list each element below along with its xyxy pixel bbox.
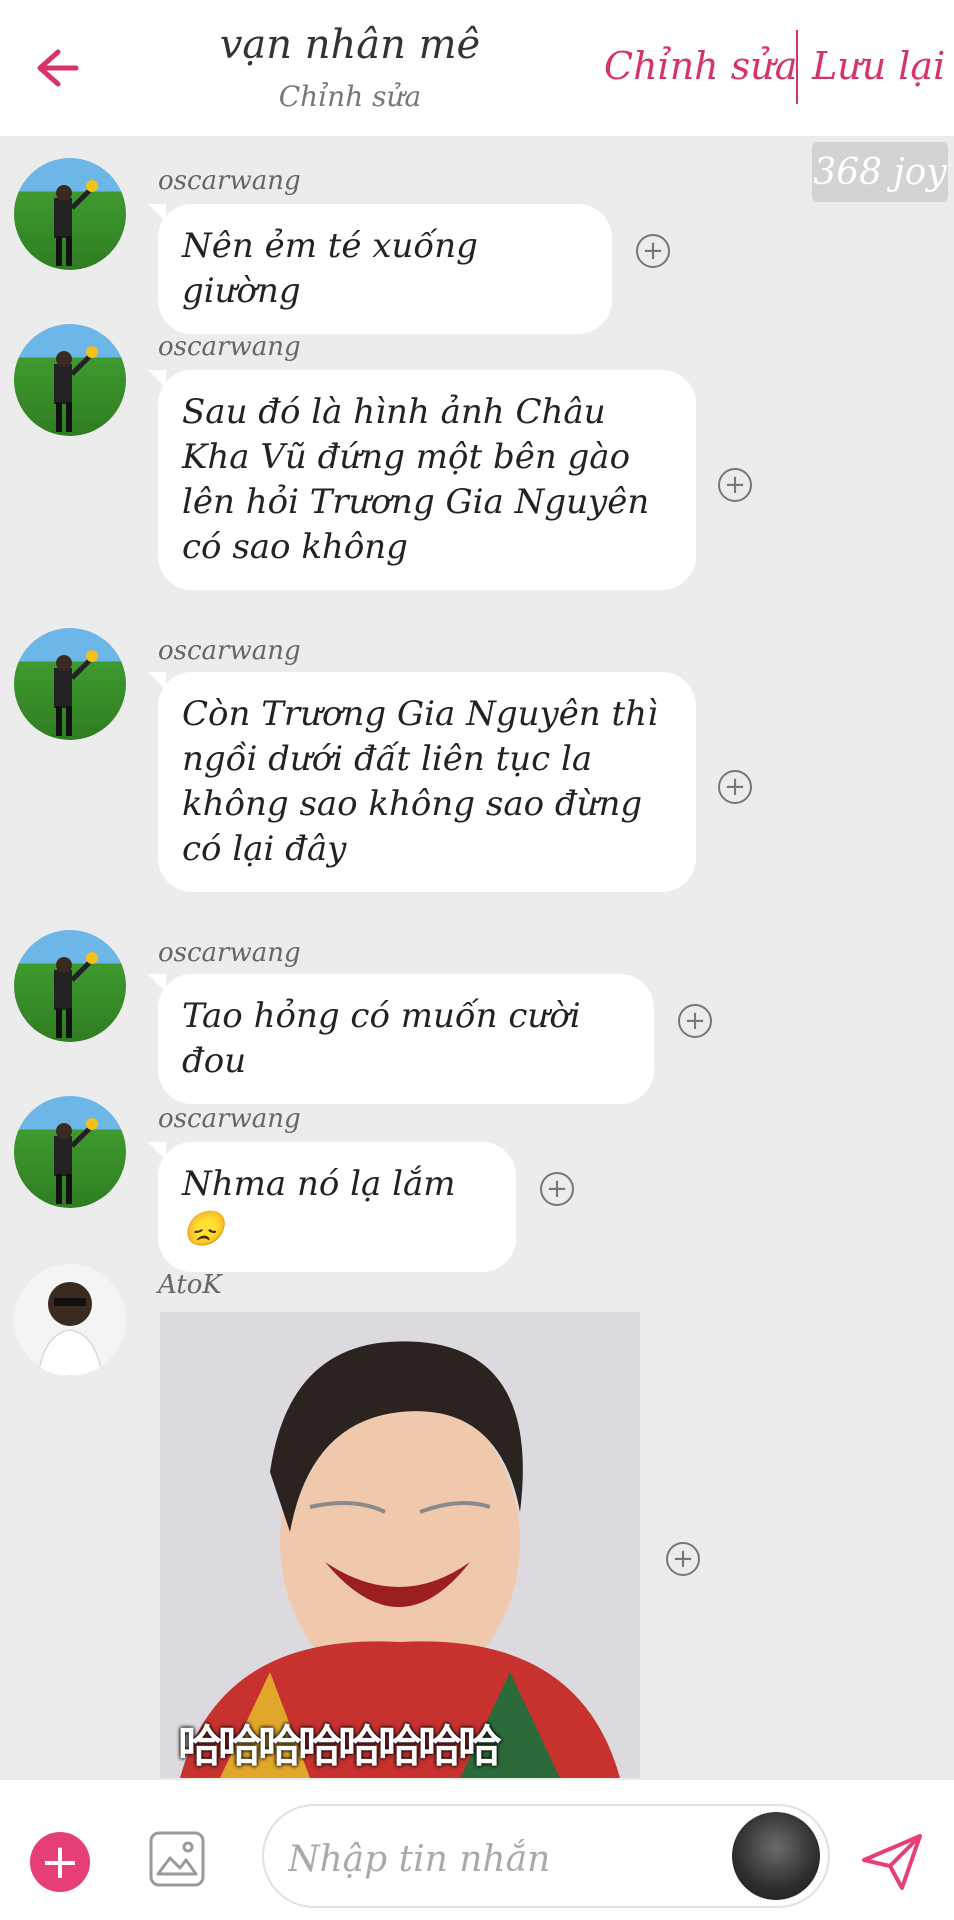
- chat-title: vạn nhân mê: [219, 22, 481, 68]
- message-bubble[interactable]: Nên ẻm té xuống giường: [148, 204, 612, 334]
- chat-subtitle: Chỉnh sửa: [278, 80, 422, 113]
- sender-name: oscarwang: [158, 636, 301, 666]
- message-bubble[interactable]: Nhma nó lạ lắm 😞: [148, 1142, 516, 1272]
- sticker-avatar-button[interactable]: [732, 1812, 820, 1900]
- sender-name: oscarwang: [158, 166, 301, 196]
- add-reaction-icon[interactable]: +: [678, 1004, 712, 1038]
- send-icon[interactable]: [860, 1830, 924, 1894]
- message-bubble[interactable]: Sau đó là hình ảnh Châu Kha Vũ đứng một …: [148, 370, 696, 590]
- image-icon[interactable]: [148, 1830, 206, 1888]
- add-reaction-icon[interactable]: +: [540, 1172, 574, 1206]
- back-arrow-icon[interactable]: [28, 38, 88, 98]
- sticker-caption: 哈哈哈哈哈哈哈哈: [178, 1721, 502, 1772]
- sender-name: oscarwang: [158, 938, 301, 968]
- add-button[interactable]: +: [30, 1832, 90, 1892]
- header-divider: [796, 30, 798, 104]
- sticker-image[interactable]: 哈哈哈哈哈哈哈哈: [160, 1312, 640, 1778]
- message-input[interactable]: [286, 1830, 670, 1888]
- sender-name: AtoK: [158, 1270, 222, 1300]
- add-reaction-icon[interactable]: +: [636, 234, 670, 268]
- avatar[interactable]: [14, 930, 126, 1042]
- joy-badge: 368 joy: [812, 142, 948, 202]
- avatar[interactable]: [14, 158, 126, 270]
- save-button[interactable]: Lưu lại: [812, 44, 945, 88]
- sender-name: oscarwang: [158, 332, 301, 362]
- avatar[interactable]: [14, 1096, 126, 1208]
- avatar[interactable]: [14, 1264, 126, 1376]
- edit-button[interactable]: Chỉnh sửa: [604, 44, 797, 88]
- sender-name: oscarwang: [158, 1104, 301, 1134]
- message-bubble[interactable]: Tao hỏng có muốn cười đou: [148, 974, 654, 1104]
- add-reaction-icon[interactable]: +: [718, 770, 752, 804]
- composer-bar: +: [0, 1780, 954, 1920]
- top-bar: vạn nhân mê Chỉnh sửa Chỉnh sửa Lưu lại: [0, 0, 954, 136]
- avatar[interactable]: [14, 628, 126, 740]
- add-reaction-icon[interactable]: +: [666, 1542, 700, 1576]
- message-input-box: [262, 1804, 830, 1908]
- message-bubble[interactable]: Còn Trương Gia Nguyên thì ngồi dưới đất …: [148, 672, 696, 892]
- avatar[interactable]: [14, 324, 126, 436]
- add-reaction-icon[interactable]: +: [718, 468, 752, 502]
